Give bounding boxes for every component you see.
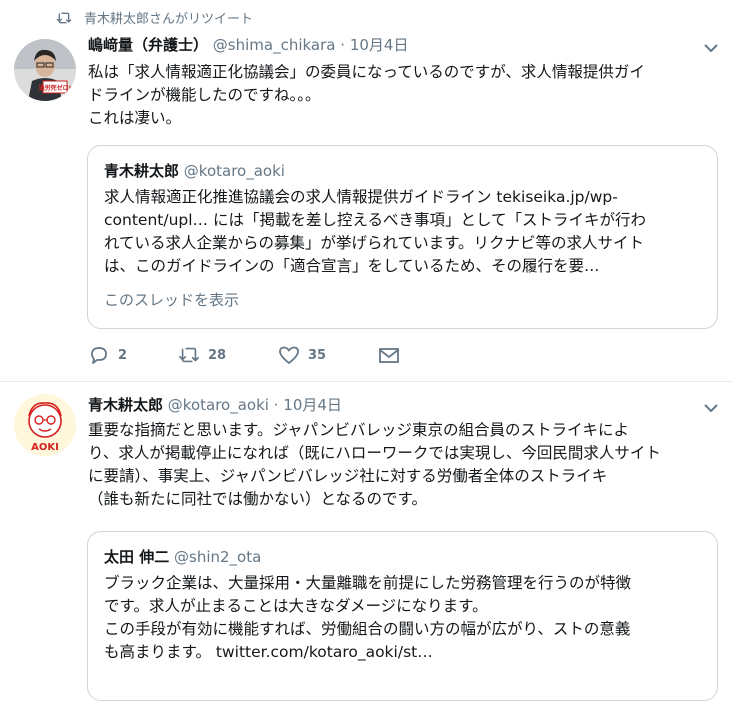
avatar-badge-text: 過労死ゼロ! <box>38 84 72 92</box>
author-name[interactable]: 青木耕太郎 <box>88 396 163 414</box>
retweet-notice: 青木耕太郎さんがリツイート <box>56 8 253 27</box>
retweet-count: 28 <box>208 347 227 363</box>
tweet-text-line: に要請）、事実上、ジャパンビバレッジ社に対する労働者全体のストライキ <box>88 467 608 485</box>
quoted-tweet-header: 青木耕太郎 @kotaro_aoki <box>104 160 285 181</box>
like-button[interactable]: 35 <box>278 345 378 365</box>
header-separator: · <box>340 36 346 54</box>
avatar-image: AOKI <box>14 394 76 456</box>
quoted-tweet-text: ブラック企業は、大量採用・大量離職を前提にした労務管理を行うのが特徴 です。求人… <box>104 572 703 664</box>
avatar[interactable]: 過労死ゼロ! <box>14 39 76 101</box>
tweet-header: 青木耕太郎 @kotaro_aoki · 10月4日 <box>88 394 342 415</box>
avatar-image: 過労死ゼロ! <box>14 39 76 101</box>
tweet-text: 私は「求人情報適正化協議会」の委員になっているのですが、求人情報提供ガイ ドライ… <box>88 61 698 130</box>
quoted-tweet-text: 求人情報適正化推進協議会の求人情報提供ガイドライン tekiseika.jp/w… <box>104 186 703 278</box>
author-handle[interactable]: @shima_chikara <box>213 36 336 54</box>
show-thread-link[interactable]: このスレッドを表示 <box>104 289 239 310</box>
chevron-down-icon[interactable] <box>703 42 719 54</box>
dm-icon <box>379 348 399 363</box>
tweet-date[interactable]: 10月4日 <box>350 36 409 54</box>
tweet-text: 重要な指摘だと思います。ジャパンビバレッジ東京の組合員のストライキによ り、求人… <box>88 419 713 511</box>
reply-count: 2 <box>118 347 128 363</box>
author-handle[interactable]: @kotaro_aoki <box>168 396 269 414</box>
tweet-1[interactable]: 青木耕太郎さんがリツイート 過労死ゼロ! 嶋﨑量（弁護士） @shima_chi… <box>0 0 733 382</box>
header-separator: · <box>273 396 279 414</box>
quoted-tweet[interactable]: 青木耕太郎 @kotaro_aoki 求人情報適正化推進協議会の求人情報提供ガイ… <box>87 145 718 329</box>
retweet-icon <box>179 347 199 363</box>
quoted-text-line: れている求人企業からの募集」が挙げられています。リクナビ等の求人サイト <box>104 234 645 252</box>
tweet-header: 嶋﨑量（弁護士） @shima_chikara · 10月4日 <box>88 34 408 55</box>
quoted-text-line: です。求人が止まることは大きなダメージになります。 <box>104 597 488 615</box>
direct-message-button[interactable] <box>378 345 408 365</box>
quoted-tweet-header: 太田 伸二 @shin2_ota <box>104 546 261 567</box>
like-icon <box>279 346 299 364</box>
avatar[interactable]: AOKI <box>14 394 76 456</box>
quoted-text-line: も高まります。 twitter.com/kotaro_aoki/st… <box>104 643 433 661</box>
retweet-icon <box>56 12 72 23</box>
quoted-author-name: 青木耕太郎 <box>104 162 180 180</box>
chevron-down-icon[interactable] <box>703 402 719 414</box>
retweet-notice-text: 青木耕太郎さんがリツイート <box>84 12 254 27</box>
author-name[interactable]: 嶋﨑量（弁護士） <box>88 36 208 54</box>
tweet-text-line: り、求人が掲載停止になれば（既にハローワークでは実現し、今回民間求人サイト <box>88 444 661 462</box>
quoted-text-line: content/upl… には「掲載を差し控えるべき事項」として「ストライキが行… <box>104 211 647 229</box>
retweet-button[interactable]: 28 <box>178 345 278 365</box>
quoted-text-line: この手段が有効に機能すれば、労働組合の闘い方の幅が広がり、ストの意義 <box>104 620 631 638</box>
tweet-text-line: （誰も新たに同社では働かない）となるのです。 <box>88 490 427 508</box>
quoted-author-handle: @kotaro_aoki <box>183 162 285 180</box>
quoted-text-line: は、このガイドラインの「適合宣言」をしているため、その履行を要… <box>104 257 600 275</box>
quoted-author-handle: @shin2_ota <box>174 548 262 566</box>
tweet-text-line: これは凄い。 <box>88 109 182 127</box>
quoted-text-line: ブラック企業は、大量採用・大量離職を前提にした労務管理を行うのが特徴 <box>104 574 632 592</box>
like-count: 35 <box>308 347 327 363</box>
tweet-text-line: 重要な指摘だと思います。ジャパンビバレッジ東京の組合員のストライキによ <box>88 421 629 439</box>
tweet-text-line: ドラインが機能したのですね。。。 <box>88 86 321 104</box>
tweet-actions: 2 28 35 <box>88 344 408 366</box>
avatar-label-text: AOKI <box>31 442 59 453</box>
quoted-tweet[interactable]: 太田 伸二 @shin2_ota ブラック企業は、大量採用・大量離職を前提にした… <box>87 531 718 701</box>
tweet-2[interactable]: AOKI 青木耕太郎 @kotaro_aoki · 10月4日 重要な指摘だと思… <box>0 382 733 701</box>
quoted-text-line: 求人情報適正化推進協議会の求人情報提供ガイドライン tekiseika.jp/w… <box>104 188 618 206</box>
reply-icon <box>91 347 107 364</box>
reply-button[interactable]: 2 <box>88 345 178 365</box>
quoted-author-name: 太田 伸二 <box>104 548 170 566</box>
tweet-text-line: 私は「求人情報適正化協議会」の委員になっているのですが、求人情報提供ガイ <box>88 63 645 81</box>
tweet-date[interactable]: 10月4日 <box>283 396 342 414</box>
